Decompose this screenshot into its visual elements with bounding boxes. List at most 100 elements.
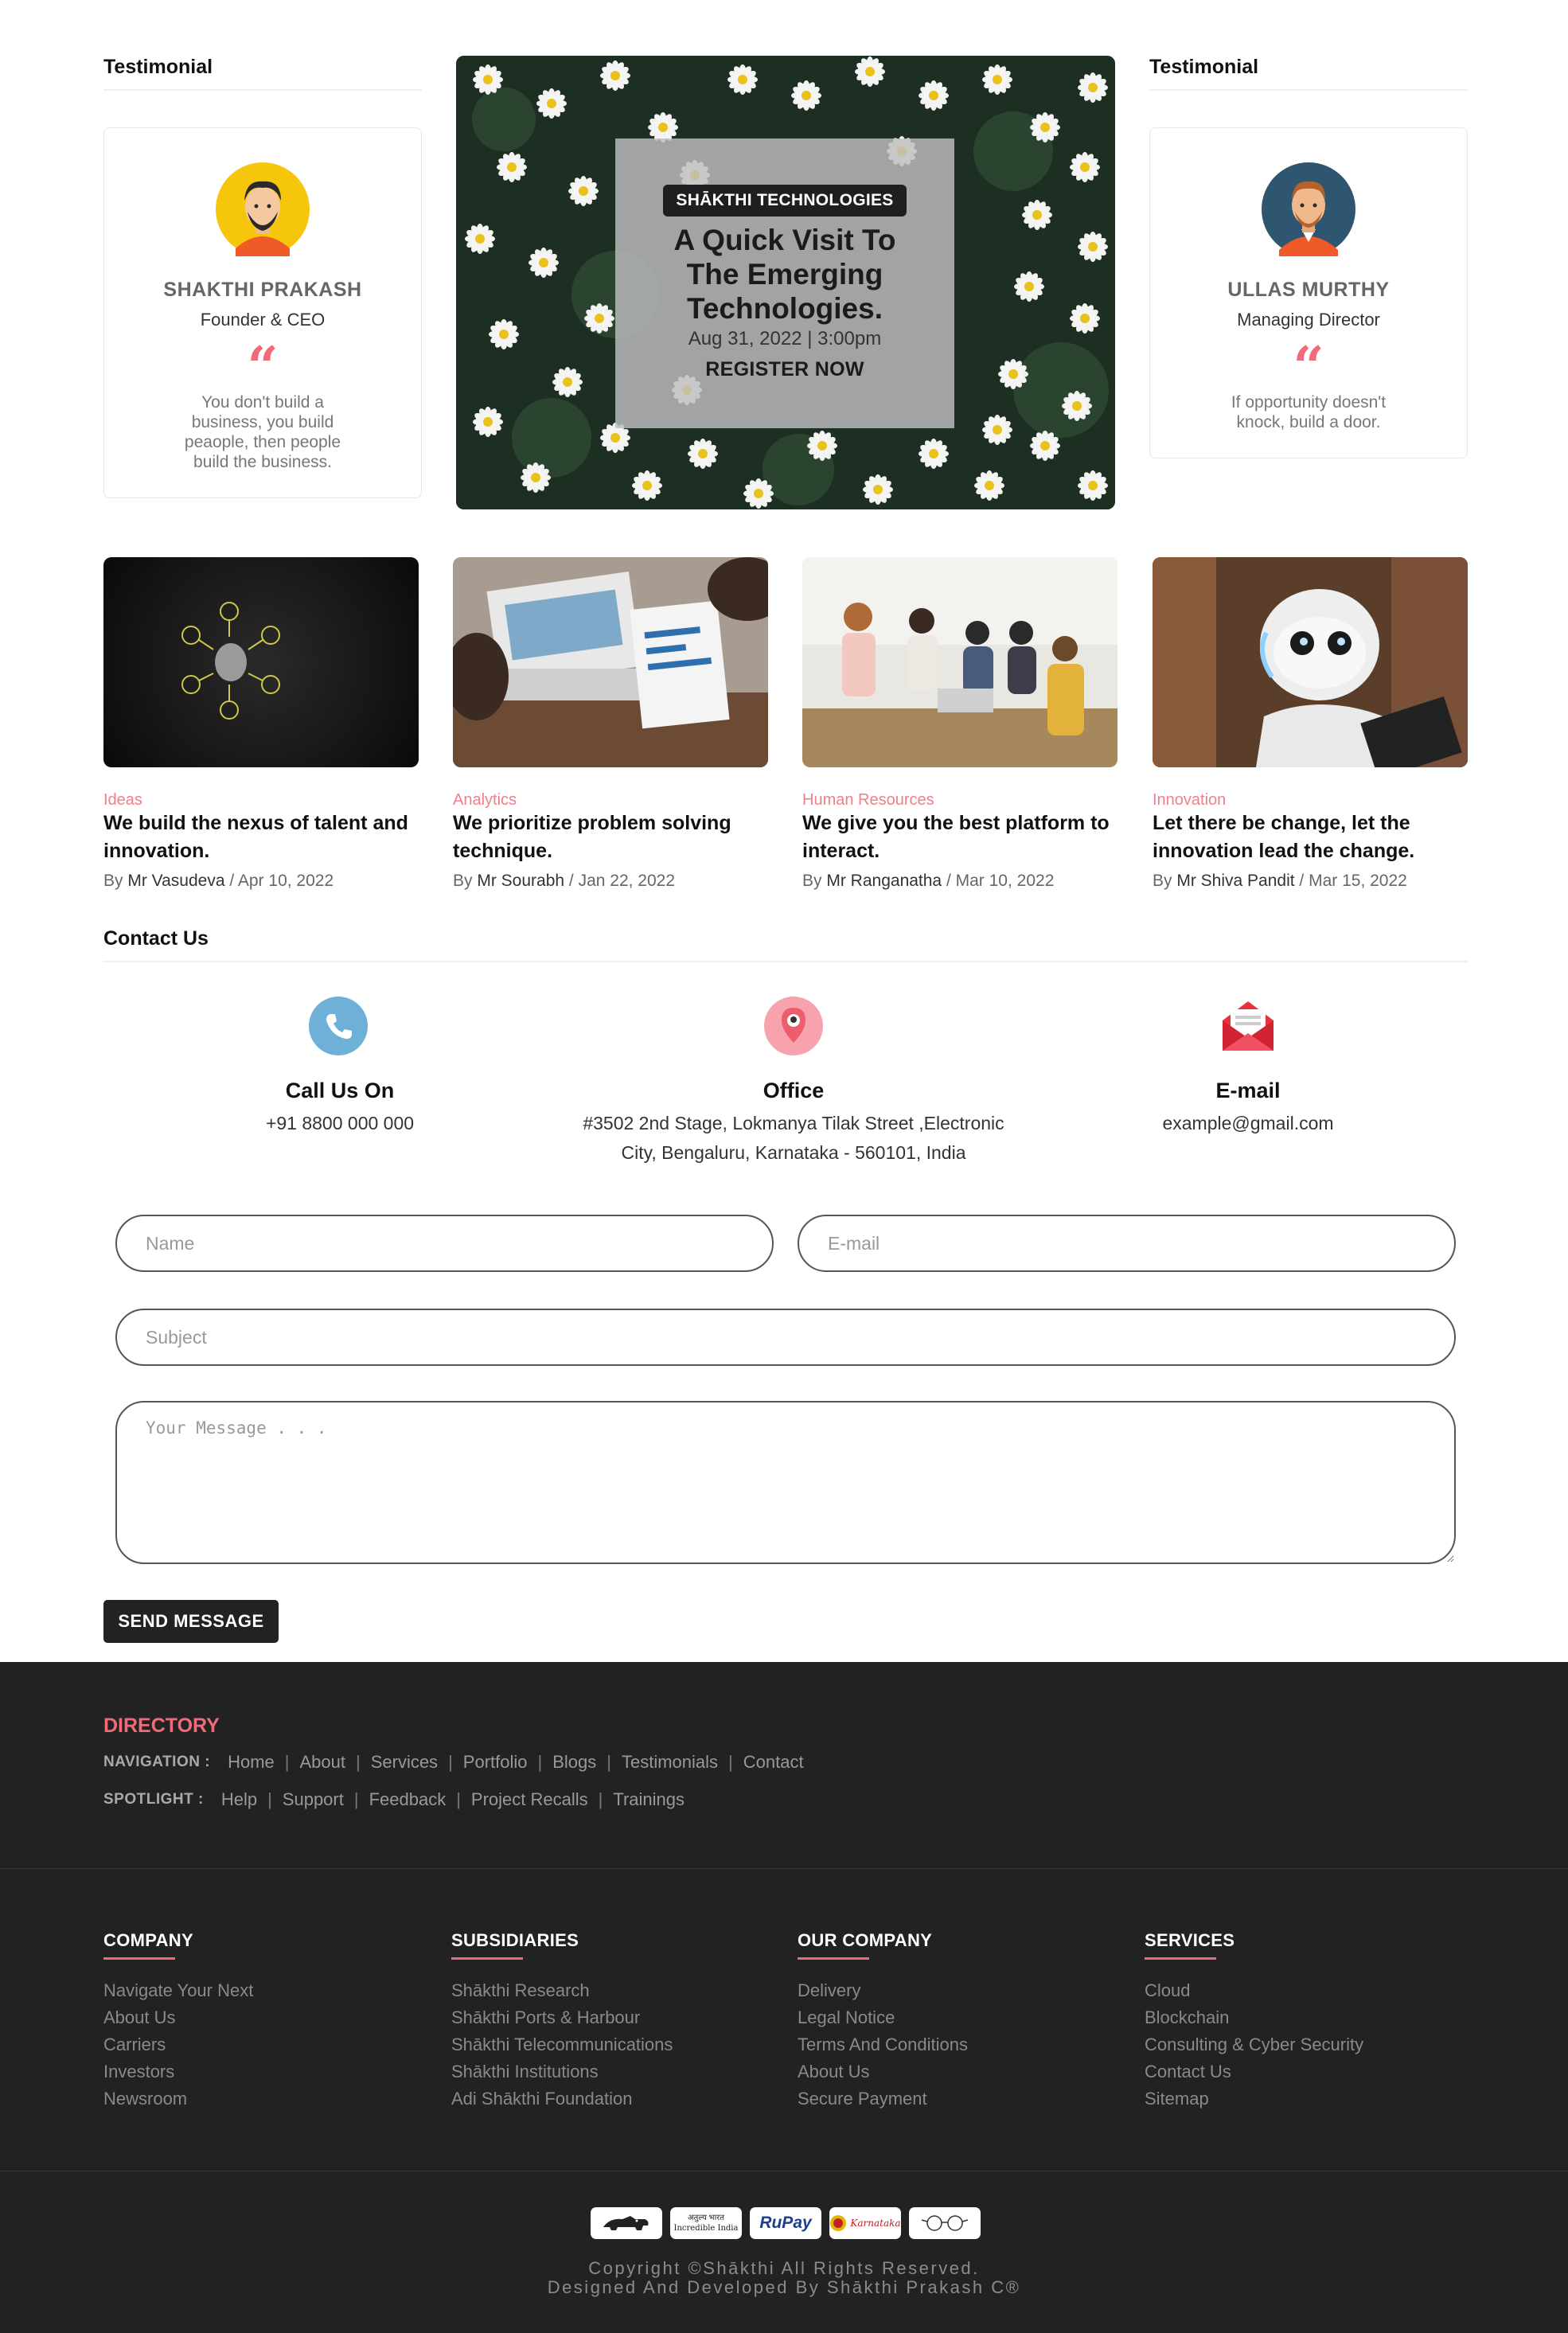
footer-column-our-company: OUR COMPANY Delivery Legal Notice Terms … (798, 1930, 1116, 2113)
post-author[interactable]: Mr Sourabh (477, 872, 564, 890)
separator: | (728, 1752, 733, 1772)
post-author[interactable]: Mr Ranganatha (826, 872, 942, 890)
swachh-bharat-glasses-icon[interactable] (909, 2207, 981, 2239)
message-textarea[interactable] (115, 1401, 1456, 1564)
post-date: / Jan 22, 2022 (564, 872, 676, 890)
footer-link[interactable]: About Us (798, 2058, 1116, 2085)
office-address-line2: City, Bengaluru, Karnataka - 560101, Ind… (621, 1142, 966, 1163)
footer-column-subsidiaries: SUBSIDIARIES Shākthi Research Shākthi Po… (451, 1930, 770, 2113)
footer-column-title: SERVICES (1145, 1930, 1235, 1950)
quote-icon: “ (1293, 335, 1324, 399)
make-in-india-lion-icon[interactable] (591, 2207, 662, 2239)
navigation-row: NAVIGATION : Home | About | Services | Port… (103, 1752, 804, 1773)
banner-title: A Quick Visit To The Emerging Technologi… (673, 224, 896, 325)
footer-link[interactable]: Contact Us (1145, 2058, 1479, 2085)
title-underline (103, 1957, 175, 1960)
footer-link[interactable]: Sitemap (1145, 2085, 1479, 2113)
post-title[interactable]: We give you the best platform to interac… (802, 810, 1129, 865)
footer-link[interactable]: Shākthi Institutions (451, 2058, 770, 2085)
post-author[interactable]: Mr Shiva Pandit (1176, 872, 1294, 890)
rupay-badge[interactable]: RuPay (750, 2207, 821, 2239)
emblem-icon (830, 2215, 847, 2231)
post-category[interactable]: Ideas (103, 791, 142, 810)
footer-link[interactable]: Newsroom (103, 2085, 422, 2113)
nav-link-about[interactable]: About (299, 1752, 345, 1773)
separator: | (284, 1752, 290, 1772)
name-input[interactable] (115, 1215, 774, 1272)
footer-link[interactable]: Cloud (1145, 1977, 1479, 2004)
post-byline: By Mr Shiva Pandit / Mar 15, 2022 (1153, 872, 1407, 891)
karnataka-tourism-badge[interactable]: Karnataka (829, 2207, 901, 2239)
footer-link[interactable]: Terms And Conditions (798, 2031, 1116, 2058)
spotlight-link-support[interactable]: Support (283, 1789, 344, 1810)
post-date: / Mar 10, 2022 (942, 872, 1055, 890)
spotlight-link-feedback[interactable]: Feedback (369, 1789, 447, 1810)
by-label: By (453, 872, 473, 890)
subject-input[interactable] (115, 1309, 1456, 1366)
by-label: By (103, 872, 123, 890)
footer-link[interactable]: Legal Notice (798, 2004, 1116, 2031)
nav-link-blogs[interactable]: Blogs (552, 1752, 596, 1773)
post-title[interactable]: Let there be change, let the innovation … (1153, 810, 1471, 865)
nav-link-home[interactable]: Home (228, 1752, 275, 1773)
post-category[interactable]: Human Resources (802, 791, 934, 810)
testimonial-quote: If opportunity doesn't knock, build a do… (1231, 393, 1387, 431)
post-title[interactable]: We prioritize problem solving technique. (453, 810, 779, 865)
footer-column-title: COMPANY (103, 1930, 193, 1950)
spotlight-link-trainings[interactable]: Trainings (613, 1789, 685, 1810)
footer-column-company: COMPANY Navigate Your Next About Us Carr… (103, 1930, 422, 2113)
badge-text: अतुल्य भारत (688, 2214, 724, 2222)
footer-link[interactable]: Shākthi Research (451, 1977, 770, 2004)
office-heading: Office (763, 1079, 825, 1102)
footer-column-services: SERVICES Cloud Blockchain Consulting & C… (1145, 1930, 1479, 2113)
post-image-ideas[interactable] (103, 557, 419, 767)
footer-link[interactable]: Consulting & Cyber Security (1145, 2031, 1479, 2058)
banner-brand-badge: SHĀKTHI TECHNOLOGIES (663, 185, 907, 217)
email-heading: E-mail (1215, 1079, 1281, 1102)
banner-datetime: Aug 31, 2022 | 3:00pm (688, 328, 882, 349)
footer-link[interactable]: Investors (103, 2058, 422, 2085)
testimonial-card-left: SHAKTHI PRAKASH Founder & CEO “ You don'… (103, 127, 422, 498)
footer-link[interactable]: About Us (103, 2004, 422, 2031)
phone-number[interactable]: +91 8800 000 000 (181, 1109, 499, 1138)
incredible-india-badge[interactable]: अतुल्य भारत Incredible India (670, 2207, 742, 2239)
footer-column-title: SUBSIDIARIES (451, 1930, 579, 1950)
register-now-link[interactable]: REGISTER NOW (615, 358, 954, 381)
post-title[interactable]: We build the nexus of talent and innovat… (103, 810, 430, 865)
separator: | (537, 1752, 543, 1772)
post-author[interactable]: Mr Vasudeva (127, 872, 224, 890)
contact-title: Contact Us (103, 927, 209, 950)
post-image-hr[interactable] (802, 557, 1117, 767)
nav-link-services[interactable]: Services (371, 1752, 438, 1773)
by-label: By (802, 872, 822, 890)
call-us-heading: Call Us On (285, 1079, 395, 1102)
nav-link-testimonials[interactable]: Testimonials (622, 1752, 718, 1773)
footer-divider (0, 1868, 1568, 1869)
nav-link-contact[interactable]: Contact (743, 1752, 804, 1773)
by-label: By (1153, 872, 1172, 890)
post-byline: By Mr Sourabh / Jan 22, 2022 (453, 872, 675, 891)
email-address[interactable]: example@gmail.com (1089, 1109, 1407, 1138)
footer-link[interactable]: Secure Payment (798, 2085, 1116, 2113)
footer-link[interactable]: Navigate Your Next (103, 1977, 422, 2004)
nav-link-portfolio[interactable]: Portfolio (463, 1752, 528, 1773)
send-message-button[interactable]: SEND MESSAGE (103, 1600, 279, 1643)
email-input[interactable] (798, 1215, 1456, 1272)
event-banner[interactable]: SHĀKTHI TECHNOLOGIES A Quick Visit To Th… (456, 56, 1115, 509)
testimonial-name: ULLAS MURTHY (1227, 279, 1390, 301)
footer-link[interactable]: Blockchain (1145, 2004, 1479, 2031)
footer-link[interactable]: Shākthi Ports & Harbour (451, 2004, 770, 2031)
post-image-innovation[interactable] (1153, 557, 1468, 767)
footer-link[interactable]: Carriers (103, 2031, 422, 2058)
testimonial-quote: You don't build a business, you build pe… (184, 393, 341, 471)
post-image-analytics[interactable] (453, 557, 768, 767)
footer-link[interactable]: Adi Shākthi Foundation (451, 2085, 770, 2113)
separator: | (607, 1752, 611, 1772)
post-category[interactable]: Analytics (453, 791, 517, 810)
footer-link[interactable]: Delivery (798, 1977, 1116, 2004)
spotlight-link-project-recalls[interactable]: Project Recalls (471, 1789, 588, 1810)
footer-link[interactable]: Shākthi Telecommunications (451, 2031, 770, 2058)
spotlight-link-help[interactable]: Help (221, 1789, 257, 1810)
separator: | (353, 1789, 359, 1809)
post-category[interactable]: Innovation (1153, 791, 1226, 810)
